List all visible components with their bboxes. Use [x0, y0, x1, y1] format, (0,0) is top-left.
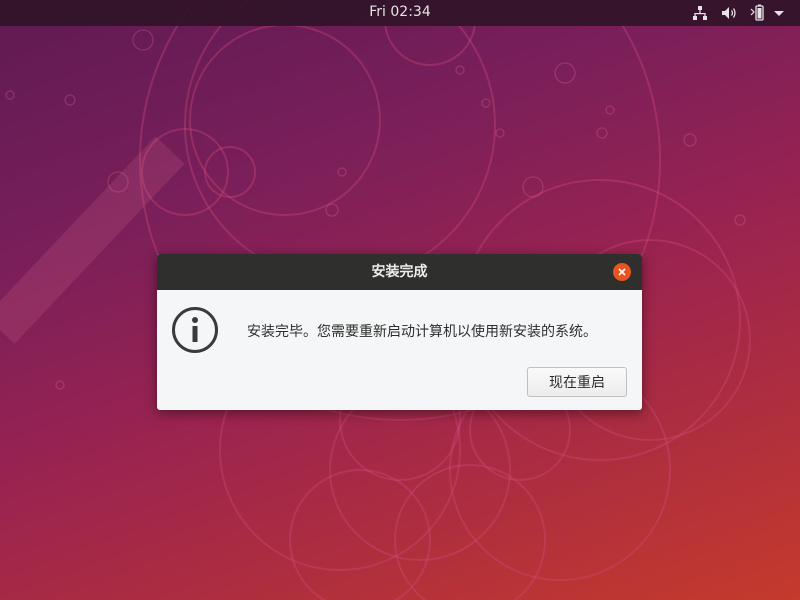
dialog-titlebar: 安装完成 [157, 254, 642, 290]
close-button[interactable] [613, 263, 631, 281]
dialog-message: 安装完毕。您需要重新启动计算机以使用新安装的系统。 [247, 324, 597, 340]
restart-now-button[interactable]: 现在重启 [527, 367, 627, 397]
info-icon [172, 307, 218, 353]
battery-icon[interactable] [750, 4, 766, 22]
system-menu-arrow-icon[interactable] [773, 4, 785, 22]
install-complete-dialog: 安装完成 安装完毕。您需要重新启动计算机以使用新安装的系统。 现在重启 [157, 254, 642, 410]
close-icon [618, 268, 626, 276]
volume-icon[interactable] [721, 4, 738, 22]
network-icon[interactable] [692, 4, 708, 22]
top-bar: Fri 02:34 [0, 0, 800, 26]
clock[interactable]: Fri 02:34 [0, 4, 800, 20]
dialog-title: 安装完成 [371, 264, 428, 280]
